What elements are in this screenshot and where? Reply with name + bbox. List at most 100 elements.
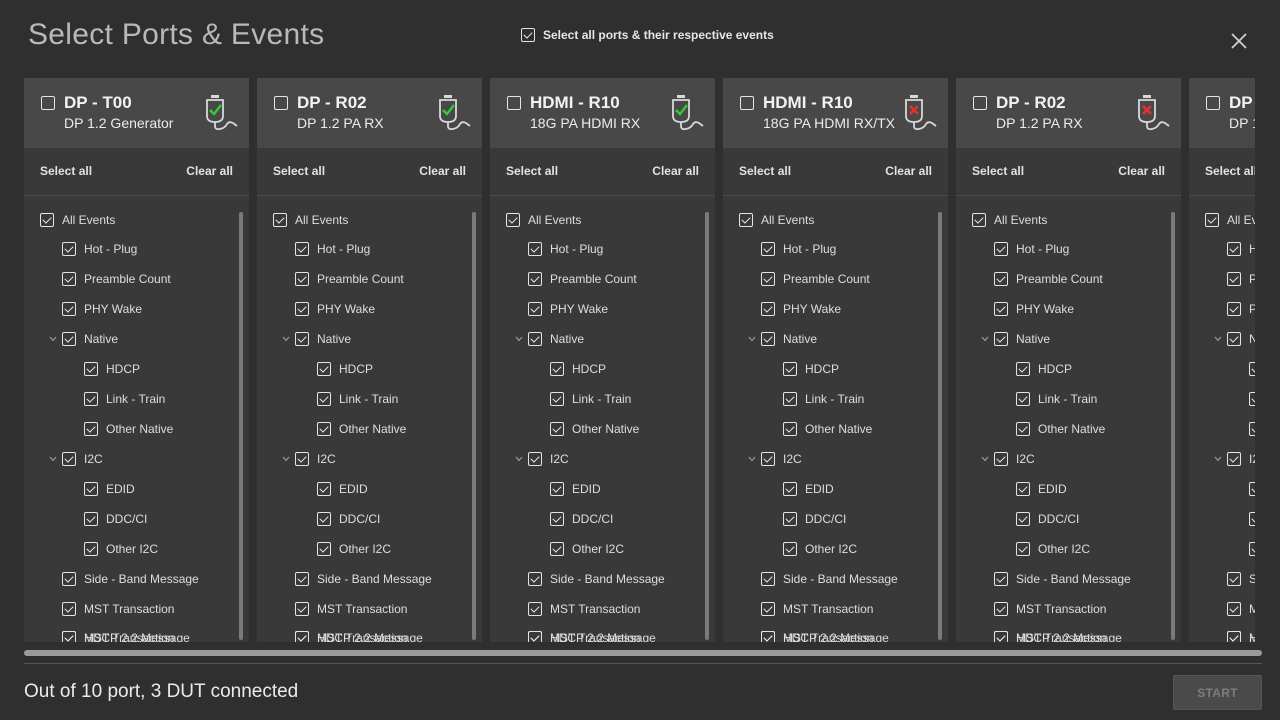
chevron-down-icon[interactable]	[282, 455, 290, 463]
event-checkbox-item[interactable]: EDID	[317, 479, 368, 499]
event-check-icon[interactable]	[739, 213, 753, 227]
event-check-icon[interactable]	[84, 512, 98, 526]
event-check-icon[interactable]	[1227, 572, 1241, 586]
event-check-icon[interactable]	[761, 242, 775, 256]
event-check-icon[interactable]	[295, 452, 309, 466]
event-check-icon[interactable]	[317, 362, 331, 376]
event-checkbox-item[interactable]: I2C	[62, 449, 103, 469]
event-check-icon[interactable]	[1227, 272, 1241, 286]
event-check-icon[interactable]	[994, 602, 1008, 616]
event-checkbox-item[interactable]: Other I2C	[1249, 539, 1255, 559]
event-list-scrollbar[interactable]	[938, 212, 942, 640]
event-checkbox-item[interactable]: Preamble Count	[528, 269, 637, 289]
event-check-icon[interactable]	[62, 332, 76, 346]
event-check-icon[interactable]	[295, 332, 309, 346]
event-checkbox-item[interactable]: MST Transaction	[62, 628, 174, 642]
clear-all-button[interactable]: Clear all	[885, 164, 932, 178]
event-checkbox-item[interactable]: Other I2C	[1016, 539, 1090, 559]
ports-scroll-area[interactable]: DP - T00 DP 1.2 Generator Select all Clear …	[24, 78, 1255, 642]
event-check-icon[interactable]	[783, 542, 797, 556]
event-checkbox-item[interactable]: MST Transaction	[994, 628, 1106, 642]
event-check-icon[interactable]	[994, 332, 1008, 346]
event-check-icon[interactable]	[1249, 362, 1255, 376]
event-checkbox-item[interactable]: HDCP	[84, 359, 140, 379]
event-checkbox-item[interactable]: Side - Band Message	[761, 569, 898, 589]
event-checkbox-item[interactable]: I2C	[528, 449, 569, 469]
event-check-icon[interactable]	[761, 272, 775, 286]
event-checkbox-item[interactable]: I2C	[994, 449, 1035, 469]
event-checkbox-item[interactable]: MST Transaction	[1227, 599, 1255, 619]
event-check-icon[interactable]	[972, 213, 986, 227]
event-check-icon[interactable]	[783, 422, 797, 436]
event-checkbox-item[interactable]: Side - Band Message	[1227, 569, 1255, 589]
event-check-icon[interactable]	[783, 362, 797, 376]
chevron-down-icon[interactable]	[981, 455, 989, 463]
event-check-icon[interactable]	[317, 542, 331, 556]
event-check-icon[interactable]	[550, 482, 564, 496]
event-check-icon[interactable]	[273, 213, 287, 227]
event-checkbox-item[interactable]: Native	[528, 329, 584, 349]
event-checkbox-item[interactable]: EDID	[783, 479, 834, 499]
event-checkbox-item[interactable]: Side - Band Message	[62, 569, 199, 589]
event-checkbox-item[interactable]: EDID	[550, 479, 601, 499]
event-checkbox-item[interactable]: All Events	[273, 210, 348, 230]
event-check-icon[interactable]	[1016, 512, 1030, 526]
event-check-icon[interactable]	[1205, 213, 1219, 227]
event-checkbox-item[interactable]: HDCP	[550, 359, 606, 379]
event-check-icon[interactable]	[761, 602, 775, 616]
event-checkbox-item[interactable]: HDCP	[783, 359, 839, 379]
event-check-icon[interactable]	[550, 422, 564, 436]
chevron-down-icon[interactable]	[981, 335, 989, 343]
event-check-icon[interactable]	[761, 302, 775, 316]
event-checkbox-item[interactable]: MST Transaction	[528, 599, 640, 619]
event-checkbox-item[interactable]: Hot - Plug	[994, 239, 1069, 259]
event-checkbox-item[interactable]: MST Transaction	[761, 599, 873, 619]
event-check-icon[interactable]	[761, 452, 775, 466]
event-checkbox-item[interactable]: DDC/CI	[783, 509, 846, 529]
event-checkbox-item[interactable]: MST Transaction	[994, 599, 1106, 619]
event-check-icon[interactable]	[528, 302, 542, 316]
event-check-icon[interactable]	[84, 392, 98, 406]
event-checkbox-item[interactable]: Native	[761, 329, 817, 349]
event-check-icon[interactable]	[295, 572, 309, 586]
event-checkbox-item[interactable]: Other I2C	[783, 539, 857, 559]
event-checkbox-item[interactable]: Other Native	[317, 419, 406, 439]
event-check-icon[interactable]	[295, 602, 309, 616]
event-checkbox-item[interactable]: I2C	[1227, 449, 1255, 469]
event-check-icon[interactable]	[1016, 362, 1030, 376]
event-checkbox-item[interactable]: Other Native	[550, 419, 639, 439]
event-check-icon[interactable]	[761, 631, 775, 642]
port-select-checkbox[interactable]	[274, 96, 288, 110]
event-checkbox-item[interactable]: Link - Train	[783, 389, 864, 409]
event-check-icon[interactable]	[62, 272, 76, 286]
event-check-icon[interactable]	[62, 631, 76, 642]
select-all-ports-check-icon[interactable]	[521, 28, 535, 42]
event-check-icon[interactable]	[1227, 452, 1241, 466]
event-check-icon[interactable]	[1249, 542, 1255, 556]
event-check-icon[interactable]	[295, 302, 309, 316]
event-checkbox-item[interactable]: Native	[295, 329, 351, 349]
clear-all-button[interactable]: Clear all	[652, 164, 699, 178]
chevron-down-icon[interactable]	[49, 335, 57, 343]
event-checkbox-item[interactable]: Preamble Count	[761, 269, 870, 289]
select-all-ports-checkbox[interactable]: Select all ports & their respective even…	[521, 28, 774, 42]
event-checkbox-item[interactable]: Preamble Count	[295, 269, 404, 289]
event-check-icon[interactable]	[528, 332, 542, 346]
event-checkbox-item[interactable]: Side - Band Message	[295, 569, 432, 589]
close-icon[interactable]	[1226, 28, 1252, 54]
event-checkbox-item[interactable]: Native	[1227, 329, 1255, 349]
clear-all-button[interactable]: Clear all	[419, 164, 466, 178]
event-check-icon[interactable]	[84, 482, 98, 496]
select-all-button[interactable]: Select all	[506, 164, 558, 178]
chevron-down-icon[interactable]	[748, 335, 756, 343]
event-check-icon[interactable]	[317, 392, 331, 406]
event-check-icon[interactable]	[317, 422, 331, 436]
event-checkbox-item[interactable]: I2C	[761, 449, 802, 469]
event-check-icon[interactable]	[1016, 542, 1030, 556]
chevron-down-icon[interactable]	[282, 335, 290, 343]
event-checkbox-item[interactable]: HDCP	[317, 359, 373, 379]
event-checkbox-item[interactable]: MST Transaction	[528, 628, 640, 642]
event-checkbox-item[interactable]: Link - Train	[550, 389, 631, 409]
port-select-checkbox[interactable]	[41, 96, 55, 110]
start-button[interactable]: START	[1173, 675, 1262, 710]
